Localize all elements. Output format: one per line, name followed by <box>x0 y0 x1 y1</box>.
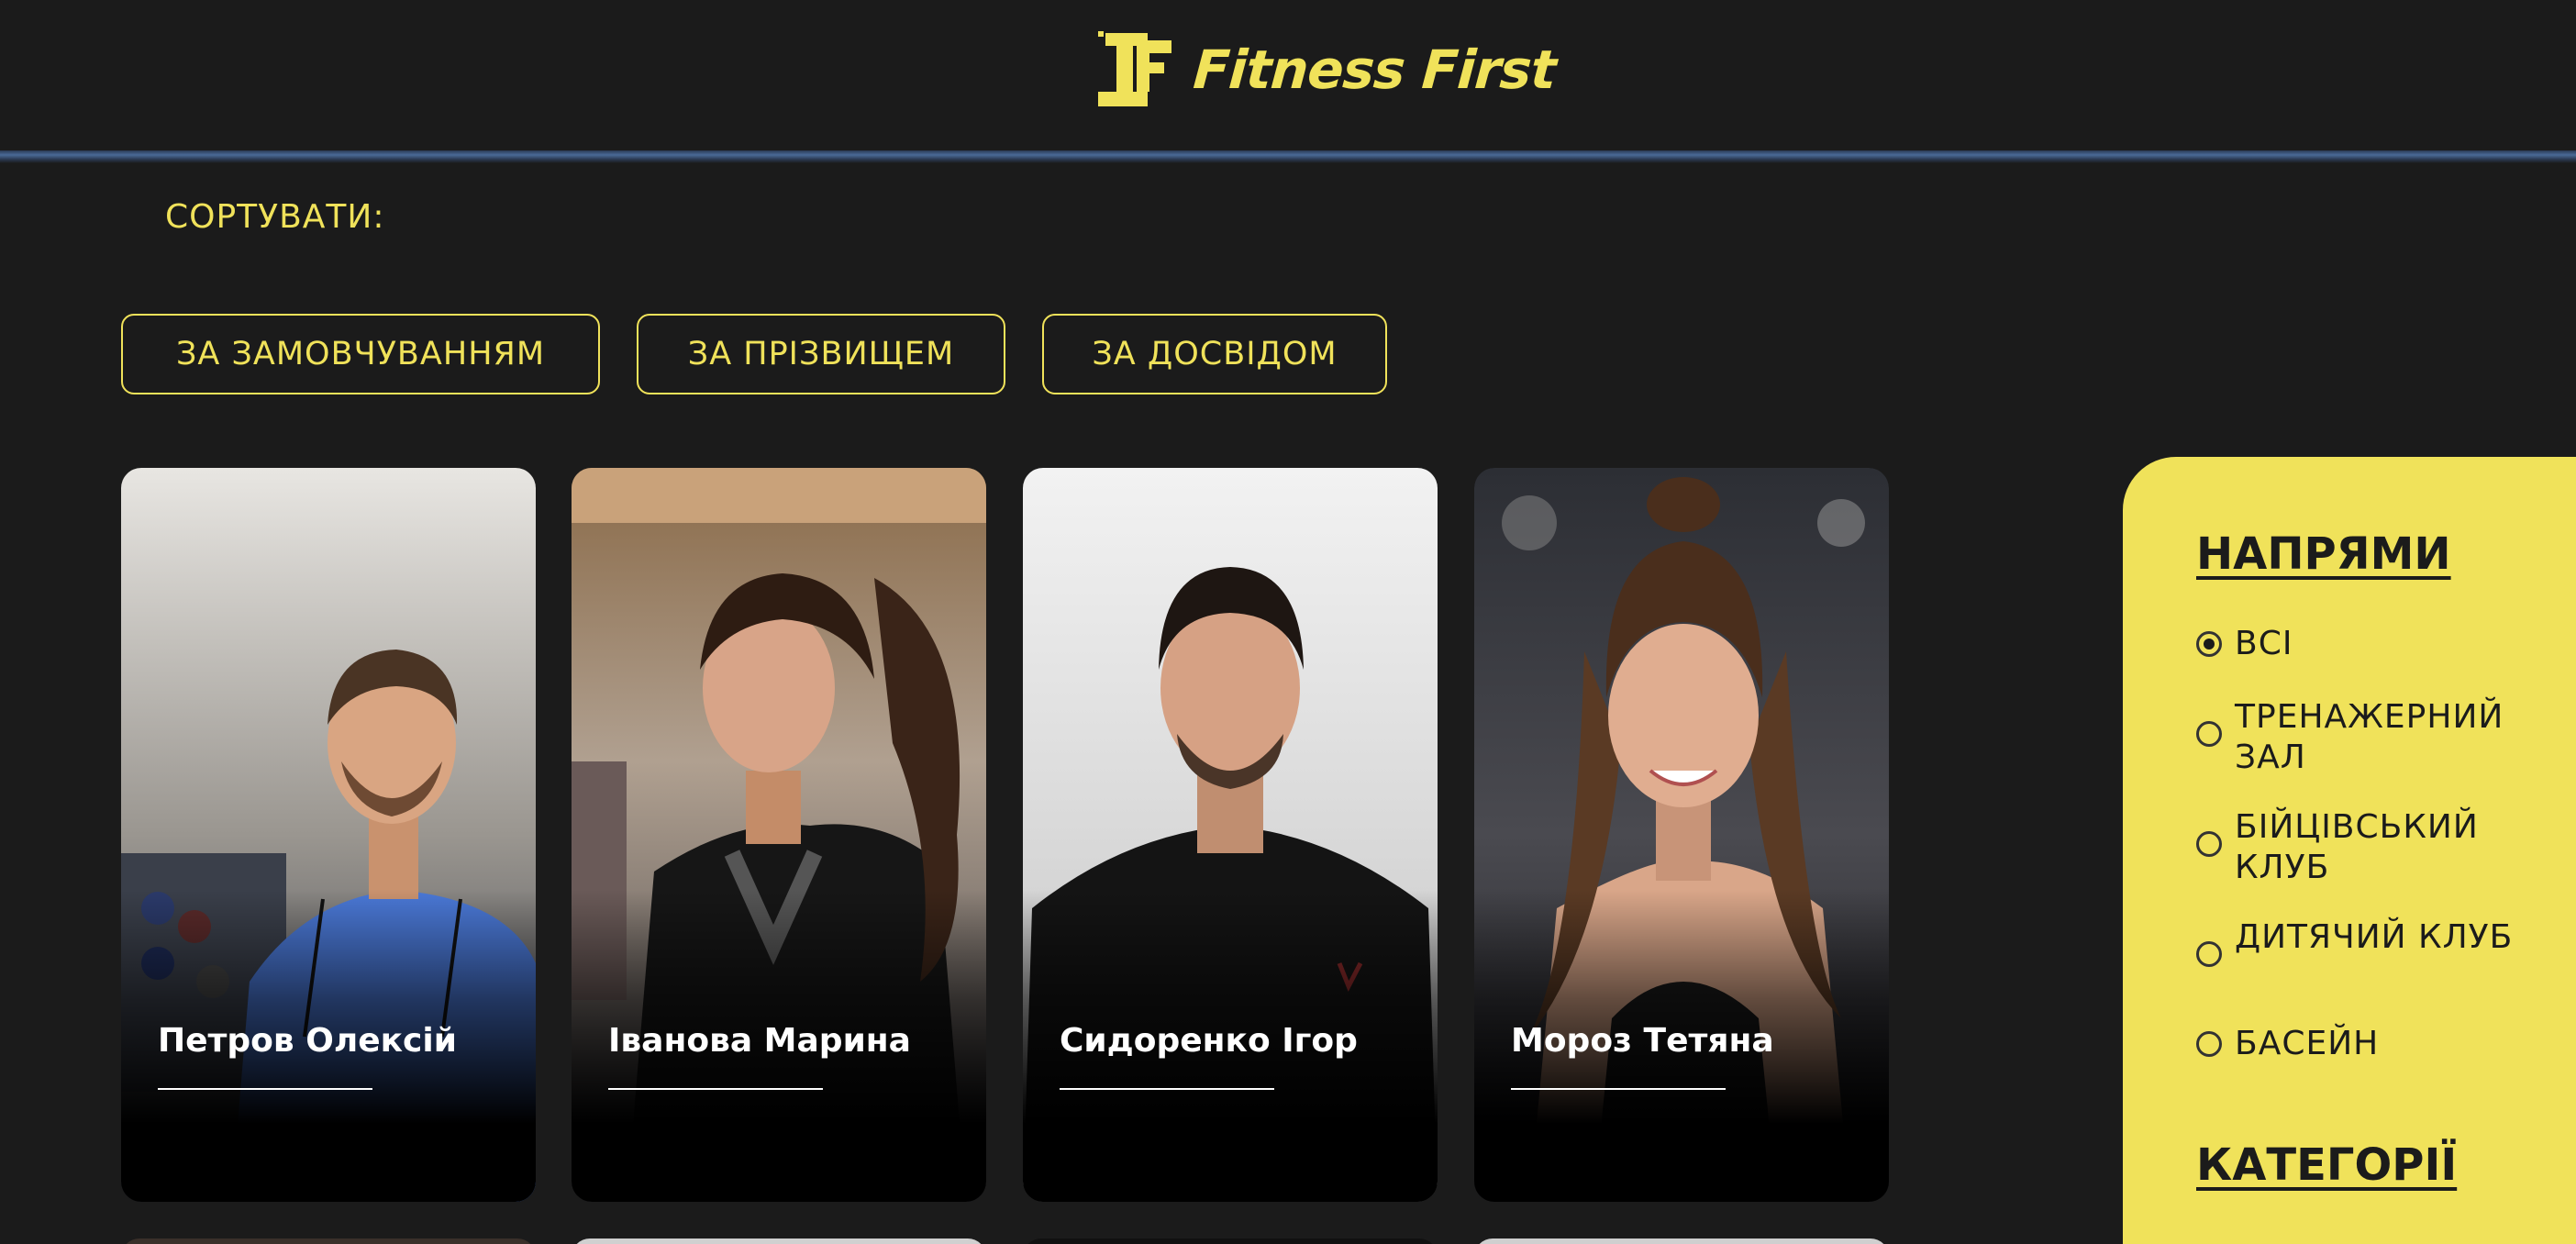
logo-text: Fitness First <box>1191 39 1558 101</box>
trainer-card[interactable]: Іванова Марина <box>572 468 986 1202</box>
trainer-card-peek[interactable] <box>121 1238 536 1244</box>
logo[interactable]: Fitness First <box>1096 31 1558 108</box>
direction-label: ТРЕНАЖЕРНИЙ ЗАЛ <box>2235 698 2504 776</box>
name-underline <box>1511 1088 1726 1090</box>
name-underline <box>608 1088 823 1090</box>
page: Fitness First СОРТУВАТИ: ЗА ЗАМОВЧУВАННЯ… <box>0 0 2576 1244</box>
trainer-card-peek[interactable] <box>1023 1238 1438 1244</box>
direction-option-pool[interactable]: БАСЕЙН <box>2196 1024 2547 1064</box>
trainer-card[interactable]: Сидоренко Ігор <box>1023 468 1438 1202</box>
trainer-card[interactable]: Петров Олексій <box>121 468 536 1202</box>
categories-title: КАТЕГОРІЇ <box>2196 1139 2458 1191</box>
radio-icon[interactable] <box>2196 941 2222 967</box>
trainer-name: Сидоренко Ігор <box>1060 1022 1358 1060</box>
name-underline <box>158 1088 372 1090</box>
direction-label: ВСІ <box>2235 625 2293 662</box>
directions-title: НАПРЯМИ <box>2196 528 2451 580</box>
ff-monogram-icon <box>1098 31 1171 106</box>
radio-icon[interactable] <box>2196 1031 2222 1057</box>
sort-label: СОРТУВАТИ: <box>165 198 385 236</box>
filter-panel: НАПРЯМИ ВСІ ТРЕНАЖЕРНИЙ ЗАЛ БІЙЦІВСЬКИЙ … <box>2123 457 2576 1244</box>
radio-icon[interactable] <box>2196 831 2222 857</box>
trainer-card-peek[interactable] <box>572 1238 986 1244</box>
direction-option-gym[interactable]: ТРЕНАЖЕРНИЙ ЗАЛ <box>2196 697 2547 778</box>
trainer-card-peek[interactable] <box>1474 1238 1889 1244</box>
header-divider <box>0 150 2576 163</box>
trainer-name: Петров Олексій <box>158 1022 457 1060</box>
direction-label: БІЙЦІВСЬКИЙ КЛУБ <box>2235 808 2479 886</box>
direction-label: БАСЕЙН <box>2235 1025 2380 1062</box>
trainer-card[interactable]: Мороз Тетяна <box>1474 468 1889 1202</box>
site-header: Fitness First <box>0 0 2576 150</box>
direction-option-fight-club[interactable]: БІЙЦІВСЬКИЙ КЛУБ <box>2196 807 2547 888</box>
sort-surname-button[interactable]: ЗА ПРІЗВИЩЕМ <box>637 314 1005 394</box>
radio-checked-icon[interactable] <box>2196 631 2222 657</box>
direction-option-kids-club[interactable]: ДИТЯЧИЙ КЛУБ <box>2196 917 2547 967</box>
trainer-name: Іванова Марина <box>608 1022 911 1060</box>
direction-label: ДИТЯЧИЙ КЛУБ <box>2235 918 2514 956</box>
direction-option-all[interactable]: ВСІ <box>2196 624 2547 664</box>
trainer-name: Мороз Тетяна <box>1511 1022 1774 1060</box>
sort-default-button[interactable]: ЗА ЗАМОВЧУВАННЯМ <box>121 314 600 394</box>
radio-icon[interactable] <box>2196 721 2222 747</box>
sort-experience-button[interactable]: ЗА ДОСВІДОМ <box>1042 314 1387 394</box>
name-underline <box>1060 1088 1274 1090</box>
